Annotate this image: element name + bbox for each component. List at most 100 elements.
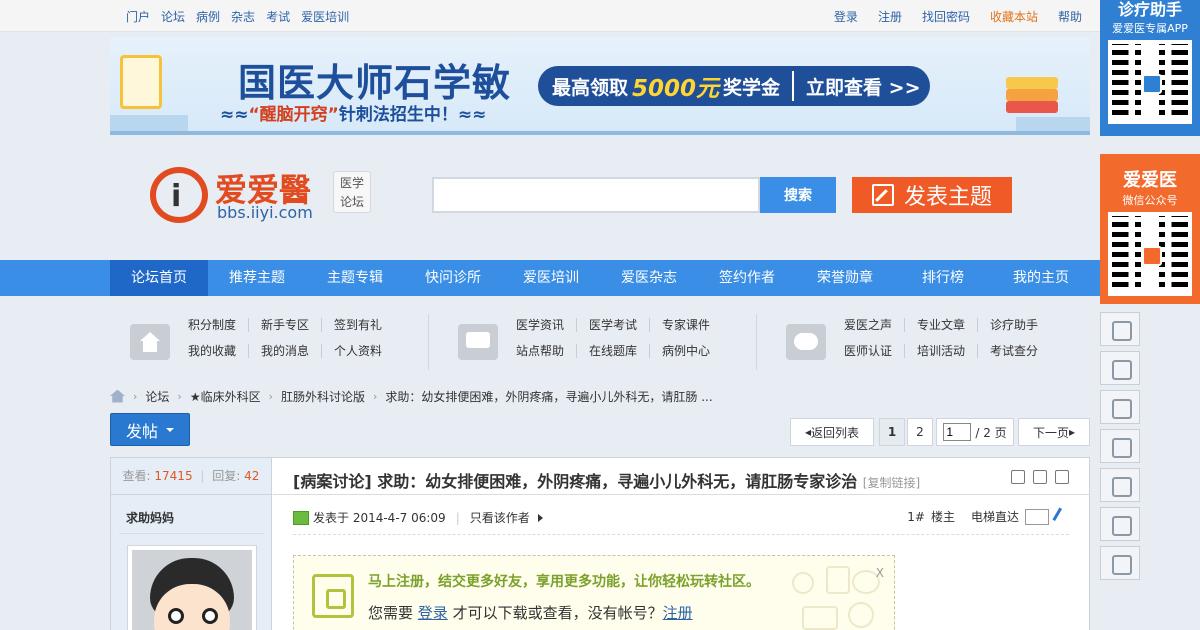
- floor-jump-input[interactable]: [1025, 508, 1049, 525]
- author-name[interactable]: 求助妈妈: [126, 509, 174, 526]
- main-nav: 论坛首页 推荐主题 主题专辑 快问诊所 爱医培训 爱医杂志 签约作者 荣誉勋章 …: [0, 260, 1100, 296]
- quick-links: 积分制度 新手专区 签到有礼 我的收藏 我的消息 个人资料 医学资讯 医学考试 …: [110, 304, 1090, 380]
- search-input[interactable]: [432, 177, 760, 213]
- quick-link[interactable]: 我的消息: [261, 344, 323, 358]
- top-left-links: 门户 论坛 病例 杂志 考试 爱医培训: [126, 8, 349, 25]
- quick-link[interactable]: 病例中心: [662, 344, 722, 358]
- login-link[interactable]: 登录: [418, 604, 448, 622]
- quick-link[interactable]: 签到有礼: [334, 318, 394, 332]
- nav-recommended[interactable]: 推荐主题: [208, 260, 306, 296]
- arrow-left-icon[interactable]: [1033, 470, 1047, 484]
- message-icon[interactable]: [1100, 312, 1140, 346]
- post-topic-button[interactable]: 发表主题: [852, 177, 1012, 213]
- quick-link[interactable]: 医学考试: [589, 318, 651, 332]
- quick-link[interactable]: 医学资讯: [516, 318, 578, 332]
- back-to-list-button[interactable]: ◂ 返回列表: [790, 418, 874, 446]
- post-content-column: [病案讨论] 求助：幼女排便困难，外阴疼痛，寻遍小儿外科无，请肛肠专家诊治 [复…: [273, 458, 1089, 630]
- share-icon[interactable]: [1100, 468, 1140, 502]
- quick-link[interactable]: 积分制度: [188, 318, 250, 332]
- breadcrumb-forum[interactable]: 论坛: [145, 388, 169, 405]
- top-link-cases[interactable]: 病例: [196, 8, 220, 25]
- breadcrumb-section[interactable]: ★临床外科区: [190, 388, 261, 405]
- wechat-subtitle: 微信公众号: [1122, 194, 1178, 207]
- back-to-top-icon[interactable]: [1100, 351, 1140, 385]
- site-logo[interactable]: i 爱爱醫 bbs.iiyi.com 医学 论坛: [150, 165, 380, 225]
- breadcrumb-thread[interactable]: 求助：幼女排便困难，外阴疼痛，寻遍小儿外科无，请肛肠 ...: [385, 388, 712, 405]
- top-link-portal[interactable]: 门户: [126, 8, 150, 25]
- books-decoration: [1006, 89, 1058, 101]
- go-icon[interactable]: [1052, 506, 1072, 527]
- cloud-download-icon: [786, 324, 826, 360]
- nav-my-home[interactable]: 我的主页: [992, 260, 1090, 296]
- quick-link[interactable]: 在线题库: [589, 344, 651, 358]
- ad-banner[interactable]: 国医大师石学敏 ≈≈“醒脑开窍”针刺法招生中！≈≈ 最高领取 5000元 奖学金…: [110, 37, 1090, 135]
- quick-link[interactable]: 我的收藏: [188, 344, 250, 358]
- qq-icon[interactable]: [1100, 429, 1140, 463]
- only-author-link[interactable]: 只看该作者: [470, 509, 530, 526]
- top-link-journal[interactable]: 杂志: [231, 8, 255, 25]
- thread-post: 查看: 17415 | 回复: 42 求助妈妈 [病案讨论] 求助：幼女排便困难…: [110, 457, 1090, 630]
- app-subtitle: 爱爱医专属APP: [1112, 22, 1188, 35]
- nav-collections[interactable]: 主题专辑: [306, 260, 404, 296]
- divider: [756, 314, 757, 370]
- page-1-button[interactable]: 1: [879, 418, 905, 446]
- print-icon[interactable]: [1011, 470, 1025, 484]
- register-link[interactable]: 注册: [878, 8, 902, 25]
- quick-link[interactable]: 培训活动: [917, 344, 979, 358]
- logo-tag: 医学 论坛: [333, 171, 371, 213]
- next-page-button[interactable]: 下一页 ▸: [1018, 418, 1090, 446]
- title-tools: [1011, 470, 1069, 484]
- elevator-label: 电梯直达: [970, 510, 1019, 524]
- login-link[interactable]: 登录: [834, 8, 858, 25]
- search-button[interactable]: 搜索: [760, 177, 836, 213]
- home-icon[interactable]: [110, 389, 125, 403]
- quick-group-resources: 医学资讯 医学考试 专家课件 站点帮助 在线题库 病例中心: [438, 312, 756, 372]
- nav-journal[interactable]: 爱医杂志: [600, 260, 698, 296]
- customer-service-icon[interactable]: [1100, 390, 1140, 424]
- nav-quick-clinic[interactable]: 快问诊所: [404, 260, 502, 296]
- quick-link[interactable]: 医师认证: [844, 344, 906, 358]
- breadcrumb-board[interactable]: 肛肠外科讨论版: [281, 388, 365, 405]
- nav-training[interactable]: 爱医培训: [502, 260, 600, 296]
- register-link[interactable]: 注册: [663, 604, 693, 622]
- quick-link[interactable]: 爱医之声: [844, 318, 906, 332]
- favorite-site-link[interactable]: 收藏本站: [990, 8, 1038, 25]
- floor-label: 楼主: [930, 510, 955, 524]
- quick-link[interactable]: 诊疗助手: [990, 318, 1050, 332]
- page-2-button[interactable]: 2: [907, 418, 933, 446]
- top-link-forum[interactable]: 论坛: [161, 8, 185, 25]
- quick-link[interactable]: 个人资料: [334, 344, 394, 358]
- quick-link[interactable]: 新手专区: [261, 318, 323, 332]
- qr-scan-icon[interactable]: [1100, 546, 1140, 580]
- nav-medals[interactable]: 荣誉勋章: [796, 260, 894, 296]
- app-qr-panel[interactable]: 诊疗助手 爱爱医专属APP: [1100, 0, 1200, 136]
- nav-forum-home[interactable]: 论坛首页: [110, 260, 208, 296]
- edit-icon: [871, 184, 894, 206]
- nav-ranking[interactable]: 排行榜: [894, 260, 992, 296]
- wechat-qr-panel[interactable]: 爱爱医 微信公众号: [1100, 154, 1200, 304]
- copy-link[interactable]: [复制链接]: [863, 476, 920, 490]
- top-link-training[interactable]: 爱医培训: [301, 8, 349, 25]
- wechat-title: 爱爱医: [1123, 170, 1177, 191]
- quick-link[interactable]: 站点帮助: [516, 344, 578, 358]
- new-post-button[interactable]: 发帖: [110, 413, 190, 446]
- arrow-right-icon[interactable]: [1055, 470, 1069, 484]
- banner-decoration: [1016, 117, 1090, 131]
- qr-code-icon: [1108, 40, 1192, 124]
- top-link-exam[interactable]: 考试: [266, 8, 290, 25]
- floor-number: 1#: [907, 509, 925, 524]
- banner-cta-button[interactable]: 最高领取 5000元 奖学金 立即查看 >>: [538, 66, 930, 106]
- divider: [428, 314, 429, 370]
- help-link[interactable]: 帮助: [1058, 8, 1082, 25]
- quick-link[interactable]: 专业文章: [917, 318, 979, 332]
- thread-stats: 查看: 17415 | 回复: 42: [111, 458, 271, 495]
- close-icon[interactable]: X: [876, 566, 884, 580]
- recover-password-link[interactable]: 找回密码: [922, 8, 970, 25]
- nav-authors[interactable]: 签约作者: [698, 260, 796, 296]
- online-status-icon: [293, 510, 309, 525]
- quick-link[interactable]: 专家课件: [662, 318, 722, 332]
- avatar[interactable]: [127, 545, 257, 630]
- wechat-icon[interactable]: [1100, 507, 1140, 541]
- quick-link[interactable]: 考试查分: [990, 344, 1050, 358]
- page-number-input[interactable]: [943, 423, 972, 441]
